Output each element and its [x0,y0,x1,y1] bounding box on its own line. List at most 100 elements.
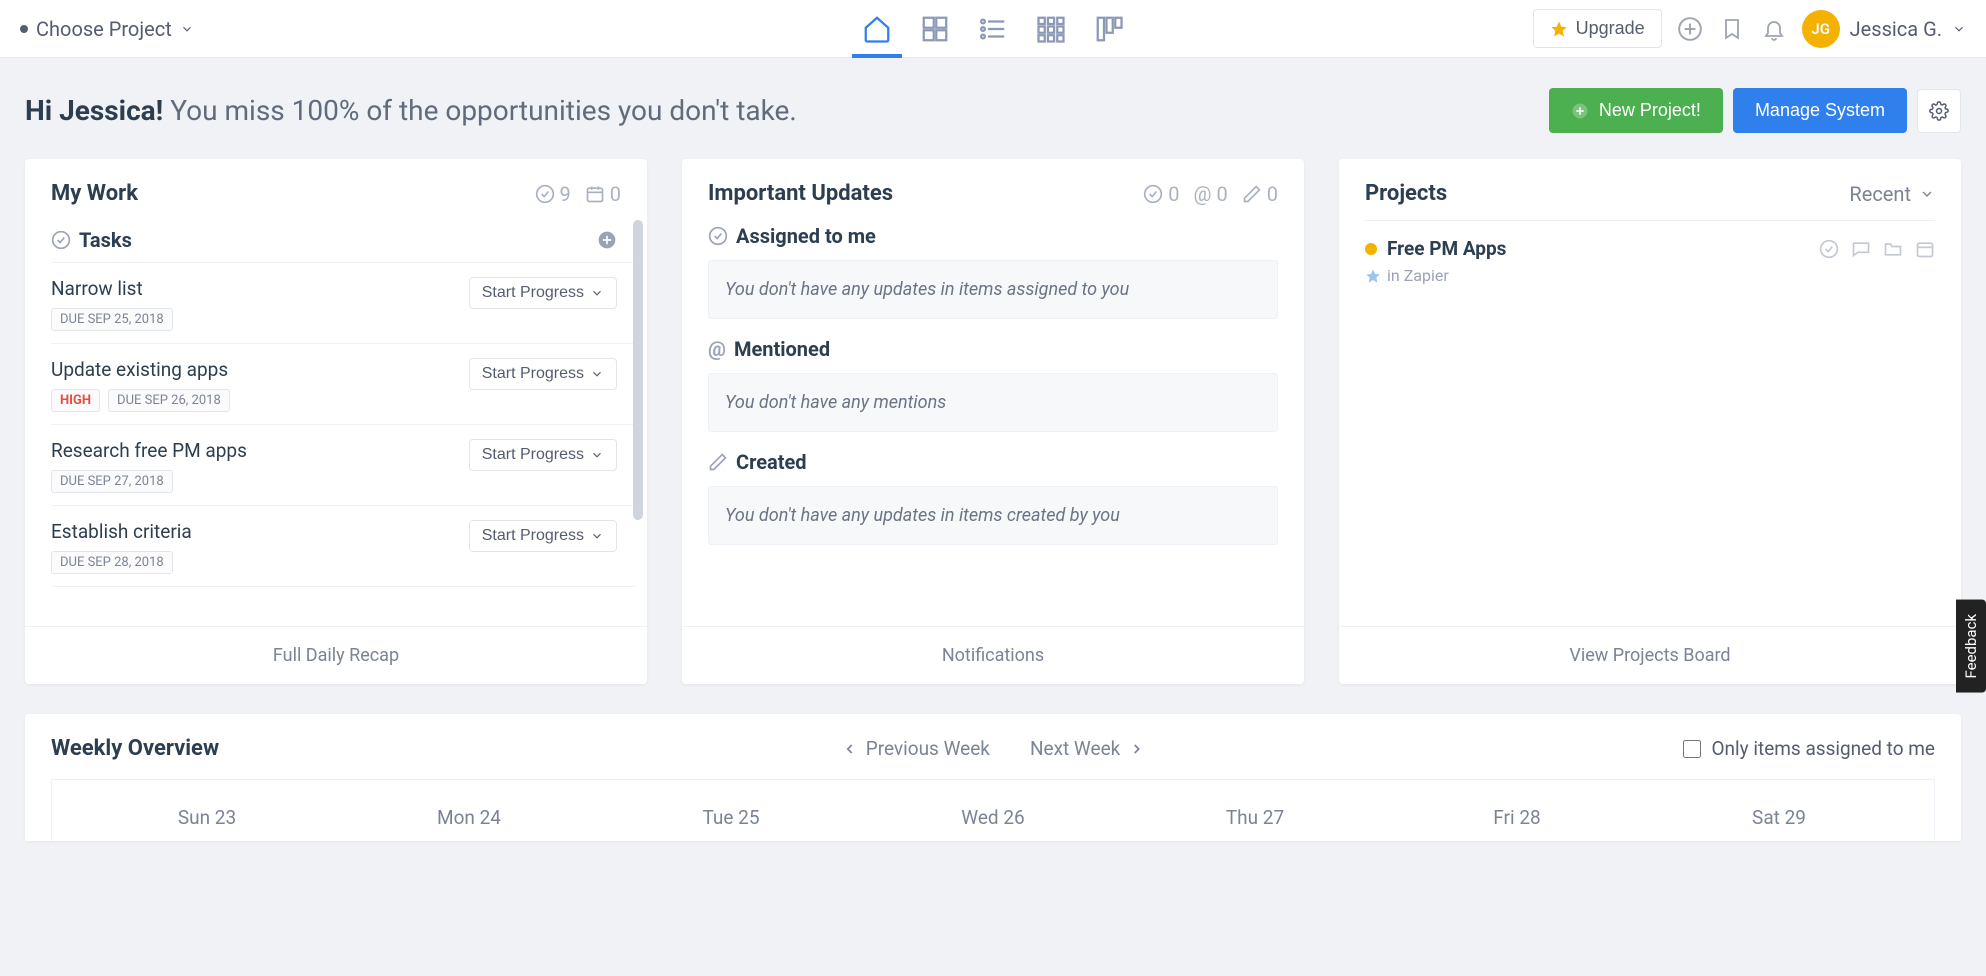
project-name: Free PM Apps [1387,237,1809,260]
topnav-right: Upgrade JG Jessica G. [1533,9,1966,48]
upgrade-button[interactable]: Upgrade [1533,9,1662,48]
list-view-icon[interactable] [978,14,1008,44]
project-line1: Free PM Apps [1365,237,1935,260]
assigned-heading: Assigned to me [708,224,1278,248]
start-progress-button[interactable]: Start Progress [469,520,617,552]
board-view-icon[interactable] [1094,14,1124,44]
priority-high-badge: HIGH [51,389,100,412]
next-week-button[interactable]: Next Week [1030,737,1144,760]
project-icons [1819,239,1935,259]
greeting-name: Hi Jessica! [25,94,163,127]
projects-body: Free PM Apps in Zapier [1339,221,1961,626]
grid2-view-icon[interactable] [920,14,950,44]
star-icon[interactable] [1365,268,1381,284]
next-week-label: Next Week [1030,737,1120,760]
task-row[interactable]: Establish criteriaDUE SEP 28, 2018Start … [51,506,637,587]
check-circle-icon [708,226,728,246]
mentioned-empty: You don't have any mentions [708,373,1278,432]
bookmark-button[interactable] [1718,15,1746,43]
assigned-label: Assigned to me [736,224,876,248]
prev-week-button[interactable]: Previous Week [842,737,990,760]
day-header: Wed 26 [862,806,1124,829]
mentioned-label: Mentioned [734,337,830,361]
new-project-button[interactable]: New Project! [1549,88,1723,133]
manage-system-label: Manage System [1755,100,1885,121]
only-assigned-input[interactable] [1683,740,1701,758]
updates-header: Important Updates 0 @ 0 0 [682,159,1304,220]
cards-row: My Work 9 0 Tasks [0,159,1986,714]
created-section: Created You don't have any updates in it… [708,450,1278,545]
greeting-row: Hi Jessica! You miss 100% of the opportu… [0,58,1986,159]
day-header: Thu 27 [1124,806,1386,829]
days-row: Sun 23Mon 24Tue 25Wed 26Thu 27Fri 28Sat … [51,779,1935,841]
day-header: Sat 29 [1648,806,1910,829]
due-badge: DUE SEP 26, 2018 [108,389,230,412]
chevron-down-icon [180,22,194,36]
only-assigned-checkbox[interactable]: Only items assigned to me [1683,737,1935,760]
due-badge: DUE SEP 28, 2018 [51,551,173,574]
task-row[interactable]: Narrow listDUE SEP 25, 2018Start Progres… [51,263,637,344]
task-list: Narrow listDUE SEP 25, 2018Start Progres… [51,263,637,587]
project-selector[interactable]: Choose Project [20,17,194,41]
top-nav: Choose Project Upgrade [0,0,1986,58]
mywork-card: My Work 9 0 Tasks [25,159,647,684]
mywork-title: My Work [51,181,138,206]
task-row[interactable]: Update existing appsHIGHDUE SEP 26, 2018… [51,344,637,425]
updates-stats: 0 @ 0 0 [1143,182,1278,206]
weekly-nav: Previous Week Next Week [842,737,1145,760]
avatar: JG [1802,10,1840,48]
updates-footer[interactable]: Notifications [682,626,1304,684]
day-header: Fri 28 [1386,806,1648,829]
add-button[interactable] [1676,15,1704,43]
start-progress-button[interactable]: Start Progress [469,358,617,390]
add-task-button[interactable] [597,230,617,250]
prev-week-label: Previous Week [866,737,990,760]
user-name: Jessica G. [1850,17,1942,41]
day-header: Tue 25 [600,806,862,829]
manage-system-button[interactable]: Manage System [1733,88,1907,133]
assigned-section: Assigned to me You don't have any update… [708,224,1278,319]
folder-icon[interactable] [1883,239,1903,259]
updates-stat-at: @ 0 [1194,182,1228,206]
chat-icon[interactable] [1851,239,1871,259]
start-progress-button[interactable]: Start Progress [469,277,617,309]
grid3-view-icon[interactable] [1036,14,1066,44]
mywork-footer[interactable]: Full Daily Recap [25,626,647,684]
check-circle-icon [51,230,71,250]
chevron-down-icon [1952,22,1966,36]
home-view-icon[interactable] [862,14,892,44]
task-name: Narrow list [51,277,173,300]
scrollbar[interactable] [633,220,643,520]
feedback-tab[interactable]: Feedback [1956,600,1986,693]
settings-button[interactable] [1917,89,1961,133]
view-switcher [862,0,1124,58]
mywork-stats: 9 0 [535,182,622,206]
updates-card: Important Updates 0 @ 0 0 [682,159,1304,684]
updates-stat-check: 0 [1143,182,1179,206]
check-circle-icon[interactable] [1819,239,1839,259]
start-progress-button[interactable]: Start Progress [469,439,617,471]
mywork-stat-cal: 0 [585,182,621,206]
calendar-icon[interactable] [1915,239,1935,259]
projects-filter-label: Recent [1849,182,1911,206]
created-heading: Created [708,450,1278,474]
project-row[interactable]: Free PM Apps in Zapier [1365,225,1935,297]
task-row[interactable]: Research free PM appsDUE SEP 27, 2018Sta… [51,425,637,506]
projects-filter[interactable]: Recent [1849,182,1935,206]
day-header: Mon 24 [338,806,600,829]
updates-stat-pen: 0 [1242,182,1278,206]
pencil-icon [1242,184,1262,204]
chevron-left-icon [842,741,858,757]
updates-body: Assigned to me You don't have any update… [682,220,1304,626]
bell-button[interactable] [1760,15,1788,43]
weekly-header: Weekly Overview Previous Week Next Week … [25,714,1961,779]
projects-card: Projects Recent Free PM Apps [1339,159,1961,684]
projects-header: Projects Recent [1339,159,1961,220]
check-circle-icon [1143,184,1163,204]
greeting-actions: New Project! Manage System [1549,88,1961,133]
projects-title: Projects [1365,181,1447,206]
user-menu[interactable]: JG Jessica G. [1802,10,1966,48]
projects-footer[interactable]: View Projects Board [1339,626,1961,684]
at-icon: @ [708,337,726,361]
created-empty: You don't have any updates in items crea… [708,486,1278,545]
